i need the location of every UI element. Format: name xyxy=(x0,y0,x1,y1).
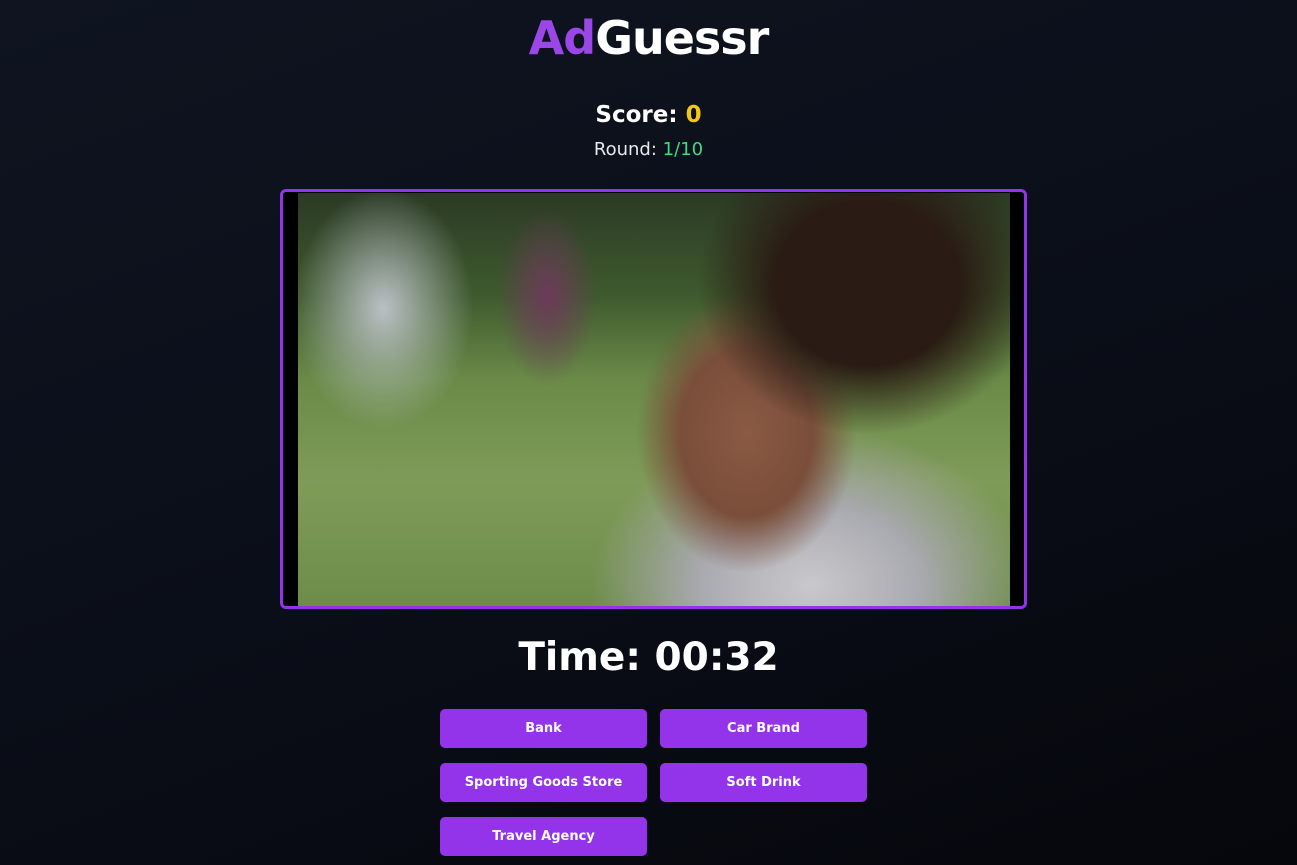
title-guessr: Guessr xyxy=(595,11,769,65)
answer-button-soft-drink[interactable]: Soft Drink xyxy=(660,763,867,802)
app-title: AdGuessr xyxy=(0,9,1297,67)
round-display: Round: 1/10 xyxy=(0,138,1297,162)
answer-button-sporting-goods-store[interactable]: Sporting Goods Store xyxy=(440,763,647,802)
score-display: Score: 0 xyxy=(0,100,1297,130)
score-label: Score: xyxy=(595,102,678,128)
answer-button-travel-agency[interactable]: Travel Agency xyxy=(440,817,647,856)
timer-display: Time: 00:32 xyxy=(518,635,779,680)
video-player[interactable] xyxy=(280,189,1027,609)
round-label: Round: xyxy=(593,139,657,160)
answer-button-bank[interactable]: Bank xyxy=(440,709,647,748)
title-ad: Ad xyxy=(528,11,597,65)
score-value: 0 xyxy=(685,102,702,128)
answer-options: Bank Car Brand Sporting Goods Store Soft… xyxy=(440,709,867,856)
video-overlay[interactable] xyxy=(283,192,1024,606)
round-value: 1/10 xyxy=(662,139,704,160)
answer-button-car-brand[interactable]: Car Brand xyxy=(660,709,867,748)
